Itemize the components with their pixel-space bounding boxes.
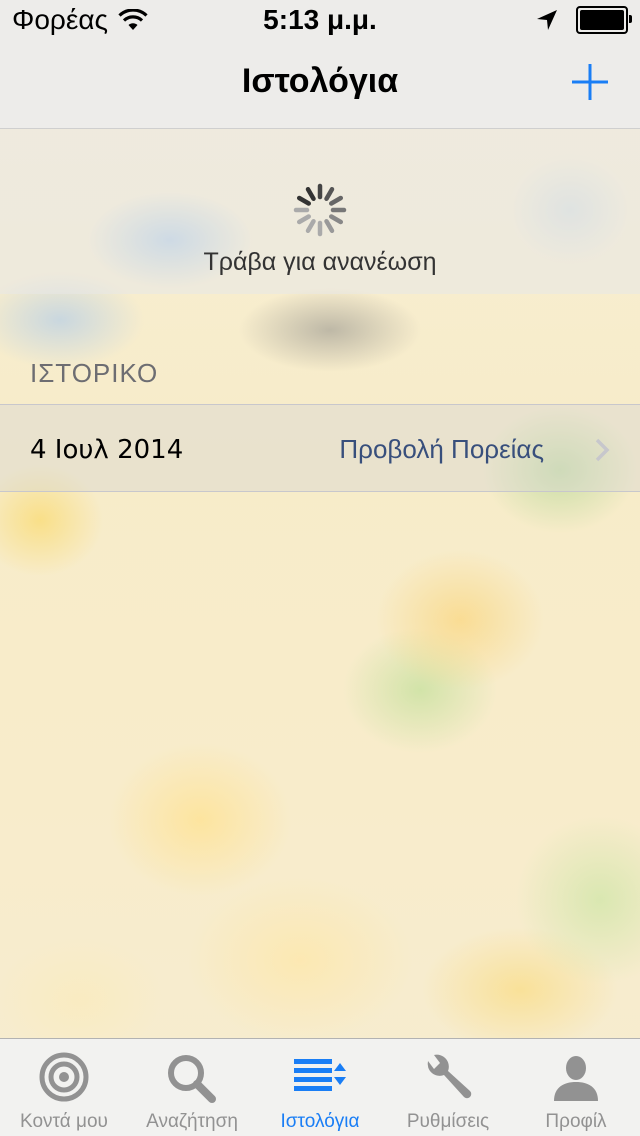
table-row[interactable]: 4 Ιουλ 2014 Προβολή Πορείας: [0, 404, 640, 492]
tab-blogs[interactable]: Ιστολόγια: [256, 1039, 384, 1136]
location-arrow-icon: [537, 10, 557, 30]
battery-level: [580, 10, 624, 30]
wrench-icon: [427, 1054, 472, 1099]
tab-settings[interactable]: Ρυθμίσεις: [384, 1039, 512, 1136]
tab-label: Ιστολόγια: [280, 1111, 360, 1132]
tab-search[interactable]: Αναζήτηση: [128, 1039, 256, 1136]
search-icon: [168, 1055, 216, 1103]
page-title: Ιστολόγια: [241, 62, 399, 100]
status-bar: Φορέας 5:13 μ.μ.: [0, 0, 640, 40]
refresh-label: Τράβα για ανανέωση: [203, 248, 437, 276]
tab-profile[interactable]: Προφίλ: [512, 1039, 640, 1136]
section-header-history: ΙΣΤΟΡΙΚΟ: [30, 358, 159, 388]
spinner-icon: [293, 183, 347, 237]
plus-icon[interactable]: [568, 60, 612, 104]
tab-label: Κοντά μου: [20, 1111, 108, 1132]
chevron-right-icon: [595, 438, 610, 462]
tab-label: Ρυθμίσεις: [406, 1111, 490, 1132]
person-icon: [554, 1056, 598, 1101]
row-date: 4 Ιουλ 2014: [30, 435, 184, 465]
navigation-bar: Φορέας 5:13 μ.μ. Ιστολόγια: [0, 0, 640, 129]
tab-label: Αναζήτηση: [146, 1111, 238, 1132]
tab-bar: Κοντά μου Αναζήτηση Ιστολόγια Ρυθμίσεις …: [0, 1038, 640, 1136]
list-sort-icon: [294, 1059, 346, 1091]
battery-icon: [576, 6, 632, 34]
row-detail: Προβολή Πορείας: [339, 434, 544, 464]
tab-label: Προφίλ: [545, 1111, 607, 1132]
target-icon: [39, 1052, 89, 1102]
tab-nearby[interactable]: Κοντά μου: [0, 1039, 128, 1136]
